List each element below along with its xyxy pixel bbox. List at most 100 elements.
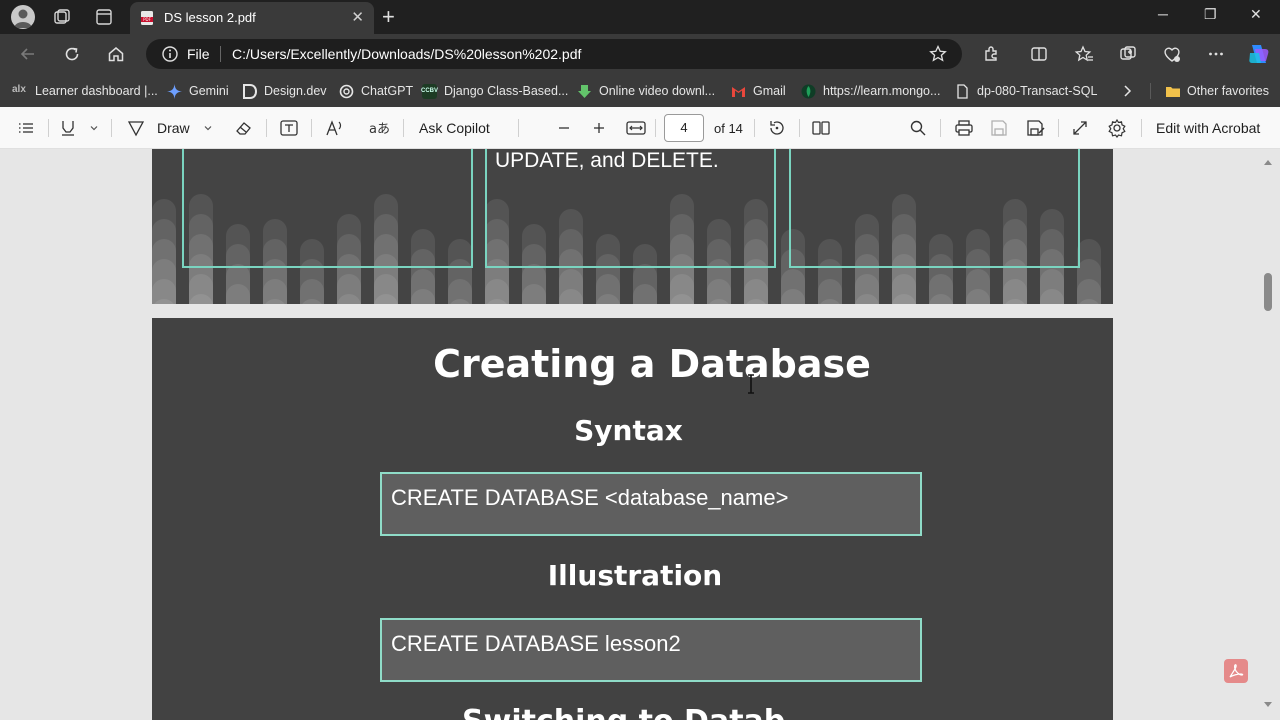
- toolbar-divider: [655, 119, 656, 137]
- save-as-icon[interactable]: [1026, 117, 1046, 139]
- new-tab-button[interactable]: +: [382, 4, 395, 30]
- rotate-icon[interactable]: [767, 117, 787, 139]
- draw-label: Draw: [157, 120, 190, 136]
- toolbar-divider: [1141, 119, 1142, 137]
- syntax-code-box: CREATE DATABASE <database_name>: [380, 472, 922, 536]
- page-view-icon[interactable]: [811, 117, 831, 139]
- acrobat-icon[interactable]: [1224, 659, 1248, 683]
- zoom-in-icon[interactable]: [591, 117, 607, 139]
- url-scheme-label: File: [187, 46, 210, 62]
- favorite-learner-dashboard[interactable]: alx Learner dashboard |...: [12, 82, 158, 100]
- back-icon[interactable]: [17, 43, 39, 65]
- vertical-scrollbar-thumb[interactable]: [1264, 273, 1272, 311]
- browser-essentials-icon[interactable]: [1161, 43, 1183, 65]
- highlight-chevron-icon[interactable]: [89, 117, 99, 139]
- pdf-page-current: Creating a Database Syntax CREATE DATABA…: [152, 318, 1113, 720]
- svg-text:PDF: PDF: [143, 17, 151, 22]
- favorite-other-favorites[interactable]: Other favorites: [1165, 82, 1269, 100]
- profile-avatar[interactable]: [11, 5, 35, 29]
- ccbv-icon: CCBV: [421, 83, 438, 99]
- toolbar-divider: [754, 119, 755, 137]
- syntax-heading: Syntax: [574, 414, 683, 447]
- search-icon[interactable]: [909, 117, 927, 139]
- scroll-down-arrow-icon[interactable]: [1262, 700, 1274, 710]
- tab-close-button[interactable]: ✕: [351, 8, 364, 26]
- draw-chevron-icon[interactable]: [203, 117, 213, 139]
- favorite-dp-080[interactable]: dp-080-Transact-SQL: [955, 82, 1097, 100]
- toolbar-divider: [403, 119, 404, 137]
- design-dev-icon: [242, 83, 257, 99]
- card-text-fragment: UPDATE, and DELETE.: [495, 149, 719, 172]
- alx-logo-icon: alx: [12, 83, 26, 95]
- fit-to-width-icon[interactable]: [625, 117, 647, 139]
- highlight-icon[interactable]: [59, 117, 79, 139]
- toolbar-divider: [48, 119, 49, 137]
- edit-with-acrobat-button[interactable]: Edit with Acrobat: [1156, 117, 1260, 139]
- print-icon[interactable]: [954, 117, 974, 139]
- text-cursor-icon: [745, 374, 757, 394]
- favorite-design-dev[interactable]: Design.dev: [242, 82, 327, 100]
- favorites-overflow-chevron-icon[interactable]: [1120, 82, 1134, 100]
- favorite-django[interactable]: CCBV Django Class-Based...: [421, 82, 568, 100]
- favorite-star-icon[interactable]: [928, 44, 948, 64]
- translate-icon[interactable]: aあ: [369, 117, 391, 139]
- minimize-button[interactable]: ─: [1158, 6, 1168, 22]
- more-options-icon[interactable]: [1205, 43, 1227, 65]
- zoom-out-icon[interactable]: [556, 117, 572, 139]
- favorites-icon[interactable]: [1073, 43, 1095, 65]
- tab-actions-icon[interactable]: [93, 6, 115, 28]
- gmail-icon: [731, 84, 746, 99]
- favorite-chatgpt[interactable]: ChatGPT: [339, 82, 413, 100]
- info-icon[interactable]: [161, 45, 179, 63]
- add-text-icon[interactable]: [279, 117, 299, 139]
- toolbar-divider: [311, 119, 312, 137]
- toolbar-divider: [266, 119, 267, 137]
- read-aloud-icon[interactable]: [325, 117, 345, 139]
- favorite-gemini[interactable]: Gemini: [167, 82, 229, 100]
- content-card-left: [182, 149, 473, 268]
- favorite-gmail[interactable]: Gmail: [731, 82, 786, 100]
- illustration-code-box: CREATE DATABASE lesson2: [380, 618, 922, 682]
- split-screen-icon[interactable]: [1028, 43, 1050, 65]
- workspaces-icon[interactable]: [51, 6, 73, 28]
- scroll-up-arrow-icon[interactable]: [1262, 157, 1274, 167]
- settings-gear-icon[interactable]: [1107, 117, 1127, 139]
- navigation-bar: File C:/Users/Excellently/Downloads/DS%2…: [0, 34, 1280, 74]
- pdf-page-previous: UPDATE, and DELETE.: [152, 149, 1113, 304]
- address-bar[interactable]: File C:/Users/Excellently/Downloads/DS%2…: [146, 39, 962, 69]
- pdf-file-icon: PDF: [139, 10, 155, 26]
- collections-icon[interactable]: [1117, 43, 1139, 65]
- favorite-video-downloader[interactable]: Online video downl...: [577, 82, 715, 100]
- title-bar: PDF DS lesson 2.pdf ✕ + ─ ❐ ✕: [0, 0, 1280, 34]
- toolbar-divider: [799, 119, 800, 137]
- document-icon: [955, 83, 970, 99]
- pdf-toolbar: Draw aあ Ask Copilot 4 of 14 Edit with Ac…: [0, 107, 1280, 149]
- chatgpt-icon: [339, 84, 354, 99]
- contents-list-icon[interactable]: [17, 117, 35, 139]
- illustration-heading: Illustration: [547, 559, 723, 592]
- gemini-icon: [167, 83, 182, 99]
- favorite-mongodb[interactable]: https://learn.mongo...: [801, 82, 940, 100]
- extensions-icon[interactable]: [980, 43, 1002, 65]
- restore-button[interactable]: ❐: [1204, 6, 1217, 23]
- toolbar-divider: [940, 119, 941, 137]
- tab-active[interactable]: PDF DS lesson 2.pdf ✕: [130, 2, 374, 34]
- save-icon[interactable]: [990, 117, 1008, 139]
- mongodb-leaf-icon: [801, 84, 816, 99]
- window-close-button[interactable]: ✕: [1250, 6, 1262, 23]
- home-icon[interactable]: [105, 43, 127, 65]
- draw-pen-icon: [126, 119, 146, 137]
- fullscreen-icon[interactable]: [1071, 117, 1089, 139]
- pdf-viewer[interactable]: UPDATE, and DELETE. Creating a Database …: [0, 149, 1280, 720]
- illustration-code-text: CREATE DATABASE lesson2: [391, 631, 681, 656]
- ask-copilot-button[interactable]: Ask Copilot: [419, 117, 490, 139]
- page-total-label: of 14: [714, 121, 743, 136]
- copilot-icon[interactable]: [1246, 41, 1272, 67]
- draw-button[interactable]: Draw: [126, 117, 190, 139]
- url-text[interactable]: C:/Users/Excellently/Downloads/DS%20less…: [232, 46, 581, 62]
- page-number-input[interactable]: 4: [664, 114, 704, 142]
- toolbar-divider: [1058, 119, 1059, 137]
- eraser-icon[interactable]: [234, 117, 254, 139]
- refresh-icon[interactable]: [61, 43, 83, 65]
- content-card-right: [789, 149, 1080, 268]
